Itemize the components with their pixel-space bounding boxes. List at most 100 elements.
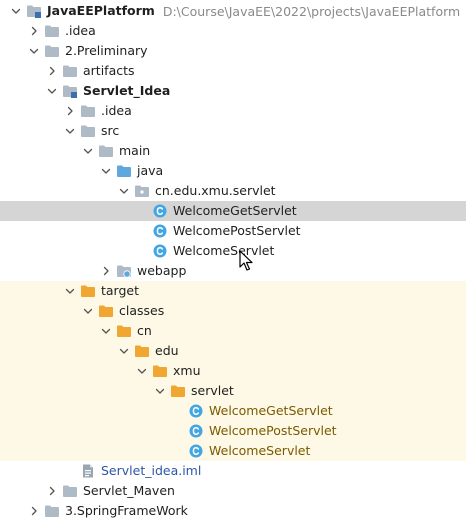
tree-node-2-preliminary[interactable]: 2.Preliminary	[0, 41, 466, 61]
project-path: D:\Course\JavaEE\2022\projects\JavaEEPla…	[162, 3, 461, 19]
arrow-spacer	[64, 465, 76, 477]
chevron-down-icon[interactable]	[136, 365, 148, 377]
tree-node-label: WelcomePostServlet	[209, 423, 337, 438]
arrow-spacer	[136, 225, 148, 237]
chevron-down-icon[interactable]	[118, 185, 130, 197]
module-folder-icon	[62, 83, 78, 99]
tree-node-label: 2.Preliminary	[65, 43, 148, 58]
tree-node-webapp[interactable]: webapp	[0, 261, 466, 281]
tree-node-label: WelcomeServlet	[173, 243, 275, 258]
chevron-right-icon[interactable]	[46, 485, 58, 497]
chevron-down-icon[interactable]	[118, 345, 130, 357]
folder-icon	[80, 103, 96, 119]
tree-node-servlet-idea-iml[interactable]: Servlet_idea.iml	[0, 461, 466, 481]
tree-node-label: classes	[119, 303, 165, 318]
tree-node-label: WelcomeGetServlet	[209, 403, 333, 418]
class-icon	[152, 203, 168, 219]
tree-node-servlet[interactable]: servlet	[0, 381, 466, 401]
tree-node-xmu[interactable]: xmu	[0, 361, 466, 381]
tree-node-label: WelcomeGetServlet	[173, 203, 297, 218]
folder-icon	[62, 63, 78, 79]
tree-node-welcomegetservlet[interactable]: WelcomeGetServlet	[0, 201, 466, 221]
class-icon	[188, 423, 204, 439]
excluded-folder-icon	[80, 283, 96, 299]
tree-node-classes[interactable]: classes	[0, 301, 466, 321]
tree-node-javaeeplatform[interactable]: JavaEEPlatform D:\Course\JavaEE\2022\proj…	[0, 1, 466, 21]
tree-node-label: cn.edu.xmu.servlet	[155, 183, 276, 198]
tree-node-idea[interactable]: .idea	[0, 101, 466, 121]
project-tree[interactable]: JavaEEPlatform D:\Course\JavaEE\2022\proj…	[0, 0, 466, 523]
tree-node-label: cn	[137, 323, 152, 338]
tree-node-main[interactable]: main	[0, 141, 466, 161]
chevron-down-icon[interactable]	[46, 85, 58, 97]
tree-node-label: 3.SpringFrameWork	[65, 503, 188, 518]
chevron-right-icon[interactable]	[46, 65, 58, 77]
excluded-folder-icon	[116, 323, 132, 339]
chevron-down-icon[interactable]	[154, 385, 166, 397]
chevron-down-icon[interactable]	[64, 285, 76, 297]
tree-node-artifacts[interactable]: artifacts	[0, 61, 466, 81]
tree-node-label: WelcomePostServlet	[173, 223, 301, 238]
tree-node-welcomepostservlet[interactable]: WelcomePostServlet	[0, 221, 466, 241]
module-folder-icon	[26, 3, 42, 19]
tree-node-servlet-idea[interactable]: Servlet_Idea	[0, 81, 466, 101]
tree-node-label: target	[101, 283, 140, 298]
chevron-right-icon[interactable]	[28, 25, 40, 37]
tree-node-label: artifacts	[83, 63, 135, 78]
chevron-down-icon[interactable]	[100, 325, 112, 337]
tree-node-servlet-maven[interactable]: Servlet_Maven	[0, 481, 466, 501]
chevron-down-icon[interactable]	[10, 5, 22, 17]
mouse-cursor-icon	[239, 250, 253, 272]
chevron-right-icon[interactable]	[64, 105, 76, 117]
source-folder-icon	[116, 163, 132, 179]
class-icon	[188, 403, 204, 419]
arrow-spacer	[172, 405, 184, 417]
tree-node-label: src	[101, 123, 120, 138]
class-icon	[188, 443, 204, 459]
arrow-spacer	[136, 205, 148, 217]
tree-node-3-springframework[interactable]: 3.SpringFrameWork	[0, 501, 466, 521]
class-icon	[152, 223, 168, 239]
tree-node-label: edu	[155, 343, 179, 358]
tree-node-label: .idea	[101, 103, 132, 118]
tree-node-welcomepostservlet[interactable]: WelcomePostServlet	[0, 421, 466, 441]
class-icon	[152, 243, 168, 259]
chevron-down-icon[interactable]	[82, 145, 94, 157]
arrow-spacer	[172, 445, 184, 457]
tree-node-welcomeservlet[interactable]: WelcomeServlet	[0, 441, 466, 461]
tree-node-cn[interactable]: cn	[0, 321, 466, 341]
excluded-folder-icon	[98, 303, 114, 319]
tree-node-idea[interactable]: .idea	[0, 21, 466, 41]
excluded-folder-icon	[134, 343, 150, 359]
folder-icon	[98, 143, 114, 159]
web-folder-icon	[116, 263, 132, 279]
arrow-spacer	[136, 245, 148, 257]
chevron-down-icon[interactable]	[28, 45, 40, 57]
chevron-right-icon[interactable]	[100, 265, 112, 277]
chevron-down-icon[interactable]	[100, 165, 112, 177]
chevron-right-icon[interactable]	[28, 505, 40, 517]
folder-icon	[62, 483, 78, 499]
excluded-folder-icon	[170, 383, 186, 399]
tree-node-java[interactable]: java	[0, 161, 466, 181]
tree-node-label: JavaEEPlatform	[47, 3, 155, 18]
tree-node-welcomeservlet[interactable]: WelcomeServlet	[0, 241, 466, 261]
folder-icon	[44, 23, 60, 39]
tree-node-target[interactable]: target	[0, 281, 466, 301]
tree-node-label: java	[137, 163, 164, 178]
iml-file-icon	[80, 463, 96, 479]
tree-node-label: servlet	[191, 383, 234, 398]
tree-node-welcomegetservlet[interactable]: WelcomeGetServlet	[0, 401, 466, 421]
tree-node-src[interactable]: src	[0, 121, 466, 141]
tree-node-label: Servlet_Maven	[83, 483, 175, 498]
folder-icon	[80, 123, 96, 139]
tree-node-label: Servlet_idea.iml	[101, 463, 202, 478]
tree-node-edu[interactable]: edu	[0, 341, 466, 361]
chevron-down-icon[interactable]	[82, 305, 94, 317]
chevron-down-icon[interactable]	[64, 125, 76, 137]
tree-node-label: WelcomeServlet	[209, 443, 311, 458]
folder-icon	[44, 503, 60, 519]
excluded-folder-icon	[152, 363, 168, 379]
tree-node-label: main	[119, 143, 151, 158]
tree-node-cn-edu-xmu-servlet[interactable]: cn.edu.xmu.servlet	[0, 181, 466, 201]
